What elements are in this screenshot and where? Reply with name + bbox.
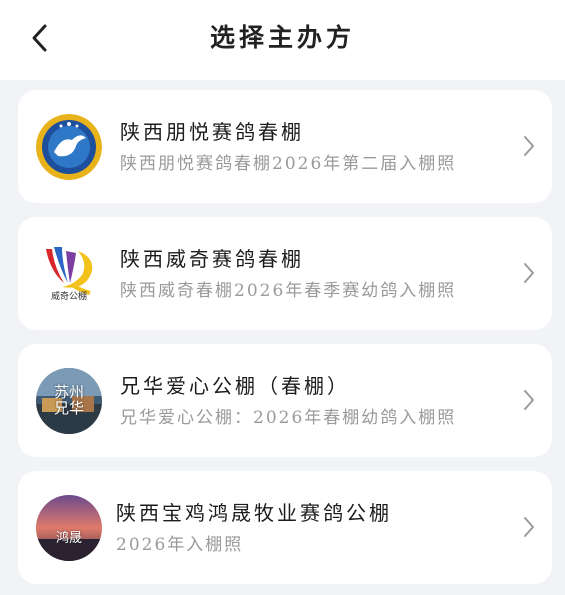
chevron-right-icon (524, 136, 534, 156)
logo-caption: 苏州兄华 (53, 383, 84, 417)
organizer-card[interactable]: 陕西朋悦赛鸽春棚 陕西朋悦赛鸽春棚2026年第二届入棚照 (18, 90, 552, 203)
logo-caption: 鸿晟 (55, 531, 82, 546)
organizer-name: 陕西威奇赛鸽春棚 (120, 247, 304, 271)
organizer-card[interactable]: 威奇公棚 陕西威奇赛鸽春棚 陕西威奇春棚2026年春季赛幼鸽入棚照 (18, 217, 552, 330)
photo-logo: 苏州兄华 (36, 368, 102, 434)
organizer-list: 陕西朋悦赛鸽春棚 陕西朋悦赛鸽春棚2026年第二届入棚照 威奇公棚 陕西威奇赛鸽… (0, 80, 565, 584)
organizer-name: 陕西朋悦赛鸽春棚 (120, 120, 304, 144)
organizer-description: 2026年入棚照 (116, 535, 244, 555)
chevron-right-icon (524, 263, 534, 283)
organizer-description: 陕西威奇春棚2026年春季赛幼鸽入棚照 (120, 281, 457, 301)
pigeon-emblem-logo (36, 114, 102, 180)
organizer-name: 陕西宝鸡鸿晟牧业赛鸽公棚 (116, 501, 392, 525)
organizer-description: 陕西朋悦赛鸽春棚2026年第二届入棚照 (120, 154, 457, 174)
organizer-card[interactable]: 苏州兄华 兄华爱心公棚（春棚） 兄华爱心公棚：2026年春棚幼鸽入棚照 (18, 344, 552, 457)
organizer-description: 兄华爱心公棚：2026年春棚幼鸽入棚照 (120, 408, 457, 428)
organizer-name: 兄华爱心公棚（春棚） (120, 374, 350, 398)
page-title: 选择主办方 (209, 23, 355, 52)
chevron-right-icon (524, 390, 534, 410)
organizer-card[interactable]: 鸿晟 陕西宝鸡鸿晟牧业赛鸽公棚 2026年入棚照 (18, 471, 552, 584)
chevron-right-icon (524, 517, 534, 537)
colorful-wing-logo: 威奇公棚 (36, 241, 102, 307)
sunset-photo-logo: 鸿晟 (36, 495, 102, 561)
logo-caption: 威奇公棚 (50, 292, 87, 302)
top-bar: 选择主办方 (0, 0, 565, 80)
